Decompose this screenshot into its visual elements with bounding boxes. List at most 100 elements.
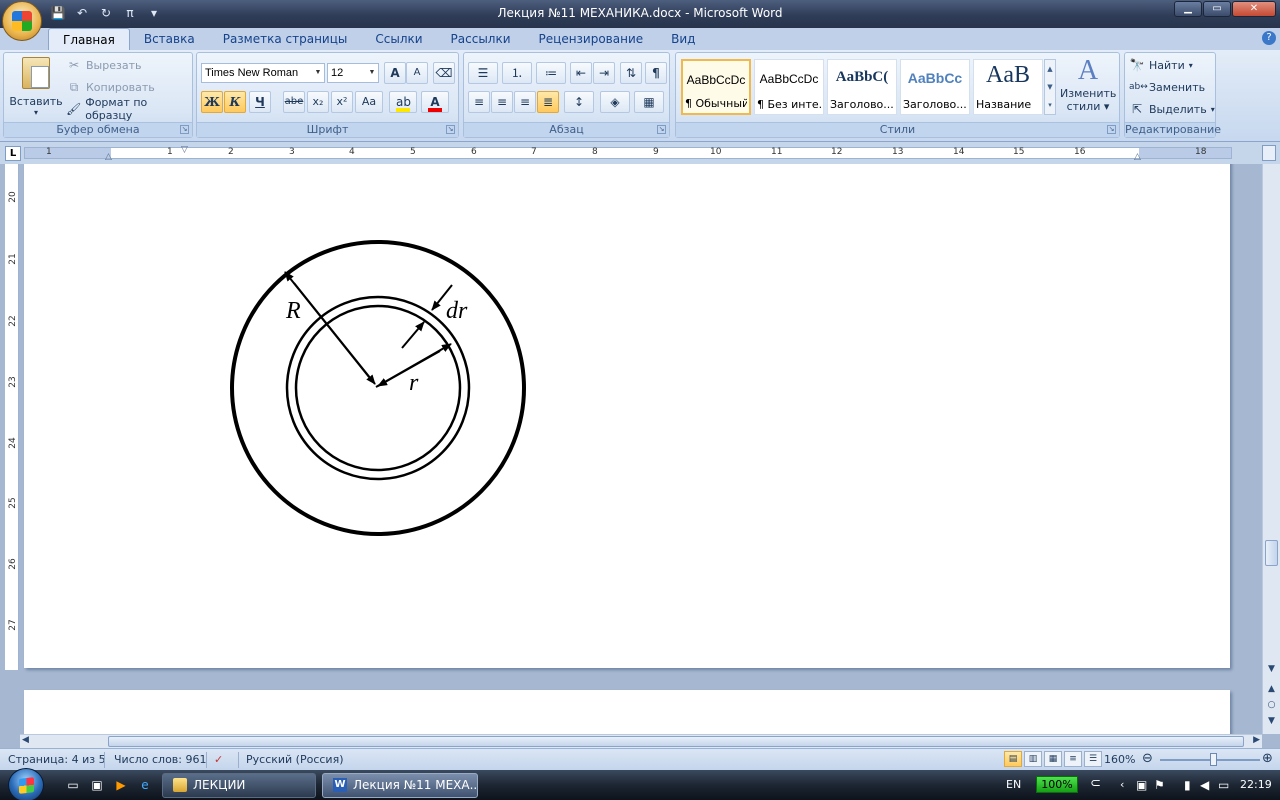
paragraph-launcher-icon[interactable]: ↘ — [657, 125, 666, 134]
previous-page-icon[interactable]: ▲ — [1265, 682, 1278, 696]
bold-button[interactable]: Ж — [201, 91, 223, 113]
ruler-track[interactable]: 1 1 2 3 4 5 6 7 8 9 10 11 12 13 14 15 16… — [24, 145, 1232, 162]
input-language[interactable]: EN — [1006, 778, 1021, 791]
left-indent-marker[interactable]: △ — [105, 152, 112, 162]
browse-object-icon[interactable]: ○ — [1265, 698, 1278, 712]
italic-button[interactable]: К — [224, 91, 246, 113]
tray-flag-icon[interactable]: ⚑ — [1154, 778, 1165, 792]
align-right-icon[interactable]: ≡ — [514, 91, 536, 113]
align-center-icon[interactable]: ≡ — [491, 91, 513, 113]
shading-icon[interactable]: ◈ — [600, 91, 630, 113]
cut-button[interactable]: ✂ Вырезать — [66, 55, 142, 75]
zoom-in-icon[interactable]: ⊕ — [1262, 751, 1273, 766]
decrease-indent-icon[interactable]: ⇤ — [570, 62, 592, 84]
underline-button[interactable]: Ч — [249, 91, 271, 113]
select-button[interactable]: ⇱ Выделить ▾ — [1129, 99, 1215, 119]
clock[interactable]: 22:19 — [1240, 778, 1272, 791]
strikethrough-button[interactable]: abe — [283, 91, 305, 113]
styles-scroll[interactable]: ▲ ▼ ▾ — [1044, 59, 1056, 115]
tab-view[interactable]: Вид — [657, 28, 709, 50]
outline-icon[interactable]: ≡ — [1064, 751, 1082, 767]
close-button[interactable]: ✕ — [1232, 1, 1276, 17]
tray-monitor-icon[interactable]: ▭ — [1218, 778, 1229, 792]
chevron-left-icon[interactable]: ‹ — [1120, 778, 1124, 791]
office-button[interactable] — [2, 1, 42, 41]
document-page-next[interactable] — [24, 690, 1230, 734]
scroll-left-icon[interactable]: ◀ — [22, 735, 29, 745]
zoom-out-icon[interactable]: ⊖ — [1142, 751, 1153, 766]
horizontal-scroll-thumb[interactable] — [108, 736, 1244, 747]
paste-button[interactable]: Вставить ▾ — [8, 55, 64, 121]
numbering-icon[interactable]: ⒈ — [502, 62, 532, 84]
page-count[interactable]: Страница: 4 из 5 — [8, 753, 106, 766]
show-formatting-button[interactable]: ¶ — [645, 62, 667, 84]
tab-selector[interactable]: L — [5, 146, 21, 161]
shrink-font-button[interactable]: A — [406, 62, 428, 84]
highlight-button[interactable]: ab — [389, 91, 417, 113]
align-left-icon[interactable]: ≡ — [468, 91, 490, 113]
horizontal-scrollbar[interactable]: ◀ ▶ — [20, 734, 1262, 748]
view-ruler-icon[interactable] — [1262, 145, 1276, 161]
replace-button[interactable]: ab↔ Заменить — [1129, 77, 1205, 97]
font-size-select[interactable]: 12 ▼ — [327, 63, 379, 83]
tab-insert[interactable]: Вставка — [130, 28, 209, 50]
format-painter-button[interactable]: 🖌 Формат по образцу — [66, 96, 192, 122]
proofing-icon[interactable]: ✓ — [214, 753, 223, 766]
tray-app-icon[interactable]: ▣ — [1136, 778, 1147, 792]
style-heading-2[interactable]: AaBbCc Заголово... — [900, 59, 970, 115]
style-title[interactable]: AaB Название — [973, 59, 1043, 115]
network-icon[interactable]: ⊂ — [1090, 776, 1101, 791]
maximize-button[interactable]: ▭ — [1203, 1, 1231, 17]
zoom-level[interactable]: 160% — [1104, 753, 1135, 766]
sort-icon[interactable]: ⇅ — [620, 62, 642, 84]
clear-format-icon[interactable]: ⌫ — [433, 62, 455, 84]
grow-font-button[interactable]: A — [384, 62, 406, 84]
battery-indicator[interactable]: 100% — [1036, 776, 1078, 793]
change-case-button[interactable]: Aa — [355, 91, 383, 113]
first-line-indent-marker[interactable]: ▽ — [181, 145, 188, 155]
font-launcher-icon[interactable]: ↘ — [446, 125, 455, 134]
show-desktop-icon[interactable]: ▭ — [64, 777, 82, 793]
minimize-button[interactable]: ▁ — [1174, 1, 1202, 17]
increase-indent-icon[interactable]: ⇥ — [593, 62, 615, 84]
zoom-slider-thumb[interactable] — [1210, 753, 1217, 766]
style-normal[interactable]: AaBbCcDc ¶ Обычный — [681, 59, 751, 115]
media-player-icon[interactable]: ▶ — [112, 777, 130, 793]
vertical-scroll-thumb[interactable] — [1265, 540, 1278, 566]
help-icon[interactable]: ? — [1262, 31, 1276, 45]
tray-device-icon[interactable]: ▮ — [1184, 778, 1191, 792]
internet-explorer-icon[interactable]: e — [136, 777, 154, 793]
right-indent-marker[interactable]: △ — [1134, 152, 1141, 162]
next-page-icon[interactable]: ▼ — [1265, 714, 1278, 728]
font-family-select[interactable]: Times New Roman ▼ — [201, 63, 325, 83]
language-indicator[interactable]: Русский (Россия) — [246, 753, 344, 766]
clipboard-launcher-icon[interactable]: ↘ — [180, 125, 189, 134]
tab-references[interactable]: Ссылки — [361, 28, 436, 50]
tab-mailings[interactable]: Рассылки — [437, 28, 525, 50]
word-count[interactable]: Число слов: 961 — [114, 753, 207, 766]
web-layout-icon[interactable]: ▦ — [1044, 751, 1062, 767]
borders-icon[interactable]: ▦ — [634, 91, 664, 113]
draft-icon[interactable]: ☰ — [1084, 751, 1102, 767]
style-heading-1[interactable]: AaBbC( Заголово... — [827, 59, 897, 115]
taskbar-item-word[interactable]: W Лекция №11 МЕХА... — [322, 773, 478, 798]
subscript-button[interactable]: x₂ — [307, 91, 329, 113]
vertical-scrollbar[interactable]: ▼ ▲ ○ ▼ — [1262, 164, 1280, 734]
line-spacing-icon[interactable]: ↕ — [564, 91, 594, 113]
start-button[interactable] — [8, 768, 44, 800]
tab-review[interactable]: Рецензирование — [525, 28, 658, 50]
tab-home[interactable]: Главная — [48, 28, 130, 50]
taskbar-item-folder[interactable]: ЛЕКЦИИ — [162, 773, 316, 798]
superscript-button[interactable]: x² — [331, 91, 353, 113]
bullets-icon[interactable]: ☰ — [468, 62, 498, 84]
multilevel-list-icon[interactable]: ≔ — [536, 62, 566, 84]
ring-diagram[interactable]: R dr r — [204, 234, 564, 554]
font-color-button[interactable]: A — [421, 91, 449, 113]
styles-launcher-icon[interactable]: ↘ — [1107, 125, 1116, 134]
speaker-icon[interactable]: ◀ — [1200, 778, 1209, 792]
switch-windows-icon[interactable]: ▣ — [88, 777, 106, 793]
copy-button[interactable]: ⧉ Копировать — [66, 77, 155, 97]
print-layout-icon[interactable]: ▤ — [1004, 751, 1022, 767]
scroll-down-icon[interactable]: ▼ — [1265, 662, 1278, 676]
find-button[interactable]: 🔭 Найти ▾ — [1129, 55, 1193, 75]
